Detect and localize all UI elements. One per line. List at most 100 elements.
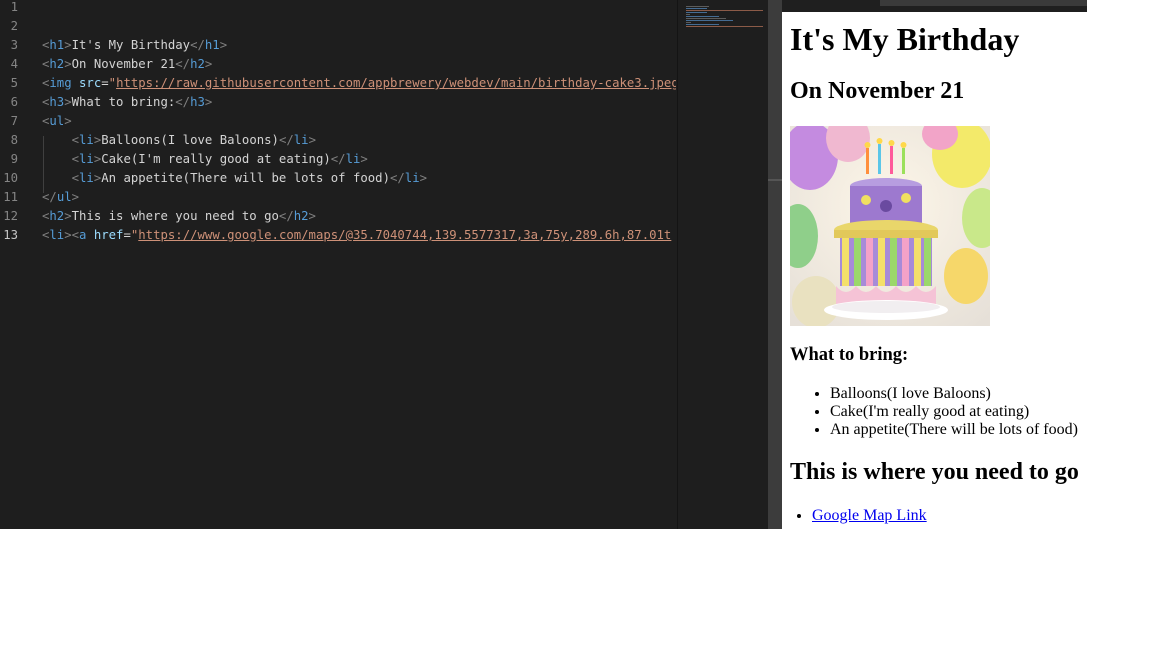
code-line[interactable]: <h1>It's My Birthday</h1> <box>42 36 227 55</box>
code-tag: img <box>49 76 72 90</box>
code-tag: h2 <box>49 57 65 71</box>
code-url[interactable]: https://www.google.com/maps/@35.7040744,… <box>138 228 671 242</box>
code-bracket: </ <box>330 152 346 166</box>
line-number: 11 <box>3 190 18 204</box>
code-tag: h2 <box>293 209 309 223</box>
code-text: This is where you need to go <box>71 209 279 223</box>
code-line[interactable]: <h3>What to bring:</h3> <box>42 93 212 112</box>
browser-preview: It's My Birthday On November 21 What to … <box>782 0 1087 529</box>
code-bracket: > <box>308 209 316 223</box>
code-bracket: </ <box>175 57 191 71</box>
line-number: 8 <box>10 133 18 147</box>
code-tag: li <box>49 228 65 242</box>
link-list: Google Map Link <box>790 506 927 526</box>
code-bracket: > <box>204 57 213 71</box>
list-item: Google Map Link <box>812 506 927 526</box>
preview-toolbar <box>782 0 1087 12</box>
code-tag: li <box>79 171 94 185</box>
line-number: 12 <box>3 209 18 223</box>
code-tag: ul <box>49 114 65 128</box>
code-bracket: >< <box>64 228 80 242</box>
code-tag: h3 <box>49 95 65 109</box>
code-bracket: > <box>308 133 316 147</box>
code-line[interactable]: <img src="https://raw.githubusercontent.… <box>42 74 676 93</box>
code-text: It's My Birthday <box>71 38 191 52</box>
line-number: 7 <box>10 114 18 128</box>
line-number: 10 <box>3 171 18 185</box>
code-tag: h2 <box>190 57 205 71</box>
birthday-cake-image <box>790 126 990 326</box>
code-text: Cake(I'm really good at eating) <box>101 152 331 166</box>
code-url[interactable]: https://raw.githubusercontent.com/appbre… <box>116 76 676 90</box>
code-text: An appetite(There will be lots of food) <box>101 171 390 185</box>
code-line[interactable]: <li>Cake(I'm really good at eating)</li> <box>42 150 368 169</box>
code-bracket: > <box>419 171 428 185</box>
code-line[interactable]: <li > An appetite(There will be lots of fo… <box>42 169 427 188</box>
code-bracket: </ <box>278 133 294 147</box>
line-number: 2 <box>10 19 18 33</box>
code-line[interactable]: </ul> <box>42 188 79 207</box>
code-operator: = <box>123 228 131 242</box>
location-heading: This is where you need to go <box>790 459 1079 485</box>
code-bracket: </ <box>190 38 205 52</box>
code-bracket: > <box>64 38 72 52</box>
bring-heading: What to bring: <box>790 345 909 365</box>
list-item: Cake(I'm really good at eating) <box>830 403 1078 421</box>
pane-divider[interactable] <box>768 0 782 529</box>
date-heading: On November 21 <box>790 78 965 104</box>
code-bracket: </ <box>175 95 191 109</box>
code-attribute: href <box>93 228 124 242</box>
code-tag: li <box>345 152 361 166</box>
line-number: 9 <box>10 152 18 166</box>
google-map-link[interactable]: Google Map Link <box>812 507 927 524</box>
line-number: 4 <box>10 57 18 71</box>
scrollbar-marker[interactable] <box>768 179 782 181</box>
code-bracket: > <box>71 190 80 204</box>
code-bracket: > <box>64 209 72 223</box>
minimap-line <box>686 20 733 22</box>
code-tag: h1 <box>204 38 220 52</box>
code-bracket: > <box>64 95 72 109</box>
code-bracket: </ <box>389 171 405 185</box>
line-number-gutter: 1 2 3 4 5 6 7 8 9 10 11 12 13 <box>0 0 36 529</box>
code-line[interactable]: <h2>On November 21</h2> <box>42 55 212 74</box>
line-number: 1 <box>10 0 18 14</box>
preview-address-bar[interactable] <box>880 0 1087 6</box>
line-number: 3 <box>10 38 18 52</box>
code-text: On November 21 <box>71 57 176 71</box>
code-line[interactable]: <li><a href="https://www.google.com/maps… <box>42 226 671 245</box>
code-editor[interactable]: 1 2 3 4 5 6 7 8 9 10 11 12 13 <h1>It's My Birthday</… <box>0 0 768 529</box>
list-item: An appetite(There will be lots of food) <box>830 421 1078 439</box>
code-tag: ul <box>56 190 72 204</box>
code-line[interactable]: <li>Balloons(I love Baloons)</li> <box>42 131 316 150</box>
minimap-line <box>686 26 763 28</box>
code-bracket: > <box>360 152 368 166</box>
code-tag: li <box>293 133 309 147</box>
code-tag: li <box>79 152 94 166</box>
code-tag: li <box>79 133 94 147</box>
code-bracket: </ <box>278 209 294 223</box>
line-number: 13 <box>3 228 18 242</box>
code-operator: = <box>101 76 109 90</box>
minimap[interactable] <box>677 0 768 529</box>
code-bracket: > <box>204 95 213 109</box>
code-bracket: </ <box>42 190 57 204</box>
code-string: " <box>108 76 117 90</box>
code-line[interactable]: <ul> <box>42 112 72 131</box>
line-number: 5 <box>10 76 18 90</box>
line-number: 6 <box>10 95 18 109</box>
code-bracket: < <box>71 171 80 185</box>
code-line[interactable]: <h2>This is where you need to go</h2> <box>42 207 316 226</box>
bring-list: Balloons(I love Baloons) Cake(I'm really… <box>812 385 1078 439</box>
code-area[interactable]: <h1>It's My Birthday</h1> <h2>On November… <box>42 0 676 529</box>
code-tag: h3 <box>190 95 205 109</box>
code-text: Balloons(I love Baloons) <box>101 133 279 147</box>
code-text: What to bring: <box>71 95 176 109</box>
list-item: Balloons(I love Baloons) <box>830 385 1078 403</box>
code-bracket: < <box>71 152 80 166</box>
